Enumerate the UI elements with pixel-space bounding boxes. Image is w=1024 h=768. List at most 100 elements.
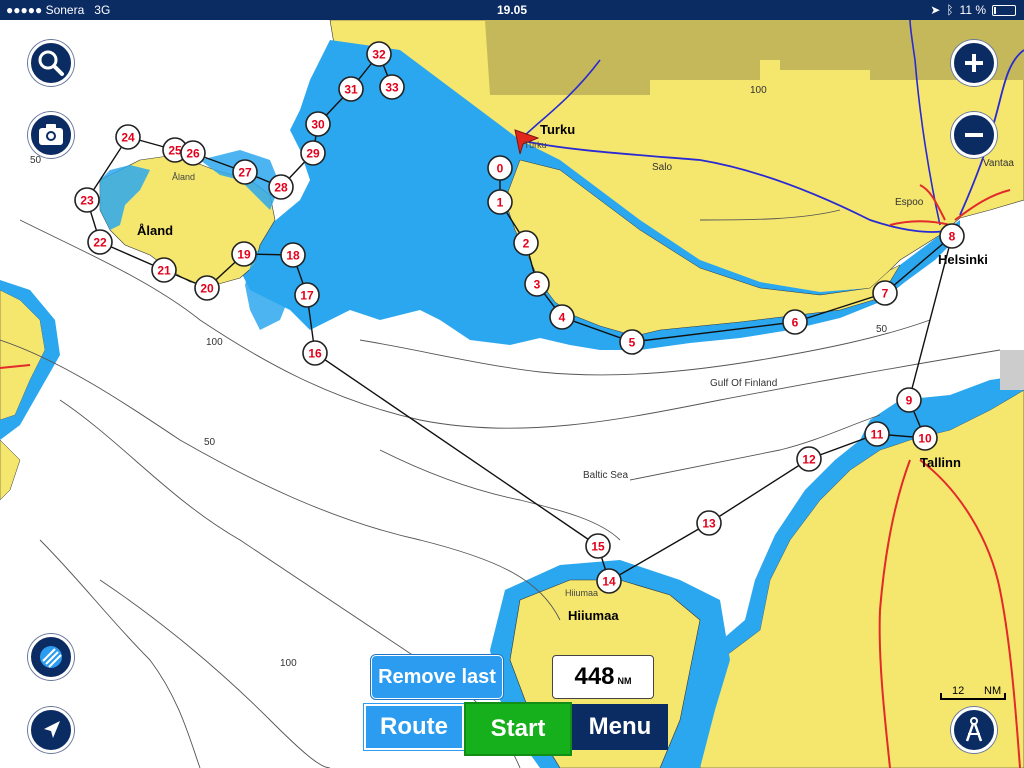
layers-button[interactable] bbox=[28, 634, 74, 680]
waypoint-2[interactable]: 2 bbox=[513, 230, 539, 256]
search-button[interactable] bbox=[28, 40, 74, 86]
waypoint-number: 17 bbox=[300, 289, 314, 303]
battery-percent: 11 % bbox=[959, 3, 986, 17]
camera-button[interactable] bbox=[28, 112, 74, 158]
start-button[interactable]: Start bbox=[464, 702, 572, 756]
waypoint-number: 10 bbox=[918, 432, 932, 446]
waypoint-number: 2 bbox=[523, 237, 530, 251]
waypoint-0[interactable]: 0 bbox=[487, 155, 513, 181]
waypoint-number: 9 bbox=[906, 394, 913, 408]
waypoint-number: 1 bbox=[497, 196, 504, 210]
minus-icon bbox=[965, 133, 983, 137]
label-turku: Turku bbox=[540, 122, 575, 137]
waypoint-19[interactable]: 19 bbox=[231, 241, 257, 267]
waypoint-number: 22 bbox=[93, 236, 107, 250]
waypoint-22[interactable]: 22 bbox=[87, 229, 113, 255]
location-arrow-icon: ➤ bbox=[930, 3, 941, 17]
waypoint-23[interactable]: 23 bbox=[74, 187, 100, 213]
waypoint-31[interactable]: 31 bbox=[338, 76, 364, 102]
waypoint-1[interactable]: 1 bbox=[487, 189, 513, 215]
label-espoo: Espoo bbox=[895, 197, 924, 208]
waypoint-number: 16 bbox=[308, 347, 322, 361]
waypoint-32[interactable]: 32 bbox=[366, 41, 392, 67]
waypoint-4[interactable]: 4 bbox=[549, 304, 575, 330]
waypoint-number: 13 bbox=[702, 517, 716, 531]
label-aland-small: Åland bbox=[172, 172, 195, 182]
waypoint-7[interactable]: 7 bbox=[872, 280, 898, 306]
menu-button[interactable]: Menu bbox=[572, 704, 668, 750]
label-baltic-sea: Baltic Sea bbox=[583, 470, 628, 481]
scale-bar: 12 NM bbox=[940, 685, 1006, 700]
bluetooth-icon: ᛒ bbox=[946, 3, 954, 17]
waypoint-9[interactable]: 9 bbox=[896, 387, 922, 413]
depth-label: 50 bbox=[876, 324, 888, 335]
waypoint-number: 5 bbox=[629, 336, 636, 350]
waypoint-8[interactable]: 8 bbox=[939, 223, 965, 249]
waypoint-number: 27 bbox=[238, 166, 252, 180]
locate-button[interactable] bbox=[28, 707, 74, 753]
route-distance: 448 NM bbox=[552, 655, 654, 699]
zoom-out-button[interactable] bbox=[951, 112, 997, 158]
waypoint-number: 21 bbox=[157, 264, 171, 278]
depth-label: 50 bbox=[30, 155, 42, 166]
waypoint-17[interactable]: 17 bbox=[294, 282, 320, 308]
waypoint-10[interactable]: 10 bbox=[912, 425, 938, 451]
waypoint-20[interactable]: 20 bbox=[194, 275, 220, 301]
label-aland: Åland bbox=[137, 223, 173, 238]
waypoint-number: 14 bbox=[602, 575, 616, 589]
label-gulf-of-finland: Gulf Of Finland bbox=[710, 378, 777, 389]
waypoint-number: 0 bbox=[497, 162, 504, 176]
waypoint-33[interactable]: 33 bbox=[379, 74, 405, 100]
waypoint-number: 26 bbox=[186, 147, 200, 161]
waypoint-number: 24 bbox=[121, 131, 135, 145]
waypoint-18[interactable]: 18 bbox=[280, 242, 306, 268]
label-turku-small: Turku bbox=[524, 140, 547, 150]
camera-icon bbox=[39, 124, 63, 145]
plus-icon bbox=[965, 54, 983, 72]
waypoint-12[interactable]: 12 bbox=[796, 446, 822, 472]
waypoint-number: 12 bbox=[802, 453, 816, 467]
waypoint-21[interactable]: 21 bbox=[151, 257, 177, 283]
label-tallinn: Tallinn bbox=[920, 455, 961, 470]
waypoint-11[interactable]: 11 bbox=[864, 421, 890, 447]
depth-label: 50 bbox=[204, 437, 216, 448]
waypoint-number: 18 bbox=[286, 249, 300, 263]
distance-value: 448 bbox=[574, 663, 615, 690]
waypoint-13[interactable]: 13 bbox=[696, 510, 722, 536]
divider-compass-icon bbox=[965, 717, 983, 742]
remove-last-button[interactable]: Remove last bbox=[371, 655, 503, 699]
waypoint-29[interactable]: 29 bbox=[300, 140, 326, 166]
nautical-chart[interactable]: Turku Åland Helsinki Tallinn Hiiumaa Sal… bbox=[0, 20, 1024, 768]
battery-icon bbox=[992, 4, 1016, 16]
waypoint-6[interactable]: 6 bbox=[782, 309, 808, 335]
route-segmented-control: Route Start Menu bbox=[364, 702, 668, 756]
label-vantaa: Vantaa bbox=[983, 158, 1014, 169]
scale-bar-line bbox=[940, 693, 1006, 700]
waypoint-26[interactable]: 26 bbox=[180, 140, 206, 166]
waypoint-14[interactable]: 14 bbox=[596, 568, 622, 594]
distance-tool-button[interactable] bbox=[951, 707, 997, 753]
waypoint-number: 19 bbox=[237, 248, 251, 262]
waypoint-number: 28 bbox=[274, 181, 288, 195]
waypoint-24[interactable]: 24 bbox=[115, 124, 141, 150]
waypoint-5[interactable]: 5 bbox=[619, 329, 645, 355]
depth-label: 100 bbox=[206, 337, 223, 348]
depth-label: 100 bbox=[750, 85, 767, 96]
waypoint-27[interactable]: 27 bbox=[232, 159, 258, 185]
waypoint-28[interactable]: 28 bbox=[268, 174, 294, 200]
waypoint-16[interactable]: 16 bbox=[302, 340, 328, 366]
waypoint-number: 7 bbox=[882, 287, 889, 301]
waypoint-3[interactable]: 3 bbox=[524, 271, 550, 297]
layers-icon bbox=[40, 646, 62, 668]
waypoint-15[interactable]: 15 bbox=[585, 533, 611, 559]
waypoint-number: 33 bbox=[385, 81, 399, 95]
waypoint-number: 6 bbox=[792, 316, 799, 330]
waypoint-number: 29 bbox=[306, 147, 320, 161]
label-hiiumaa: Hiiumaa bbox=[568, 608, 619, 623]
zoom-in-button[interactable] bbox=[951, 40, 997, 86]
label-hiiumaa-small: Hiiumaa bbox=[565, 588, 598, 598]
waypoint-number: 20 bbox=[200, 282, 214, 296]
waypoint-number: 32 bbox=[372, 48, 386, 62]
route-button[interactable]: Route bbox=[364, 704, 464, 750]
waypoint-30[interactable]: 30 bbox=[305, 111, 331, 137]
